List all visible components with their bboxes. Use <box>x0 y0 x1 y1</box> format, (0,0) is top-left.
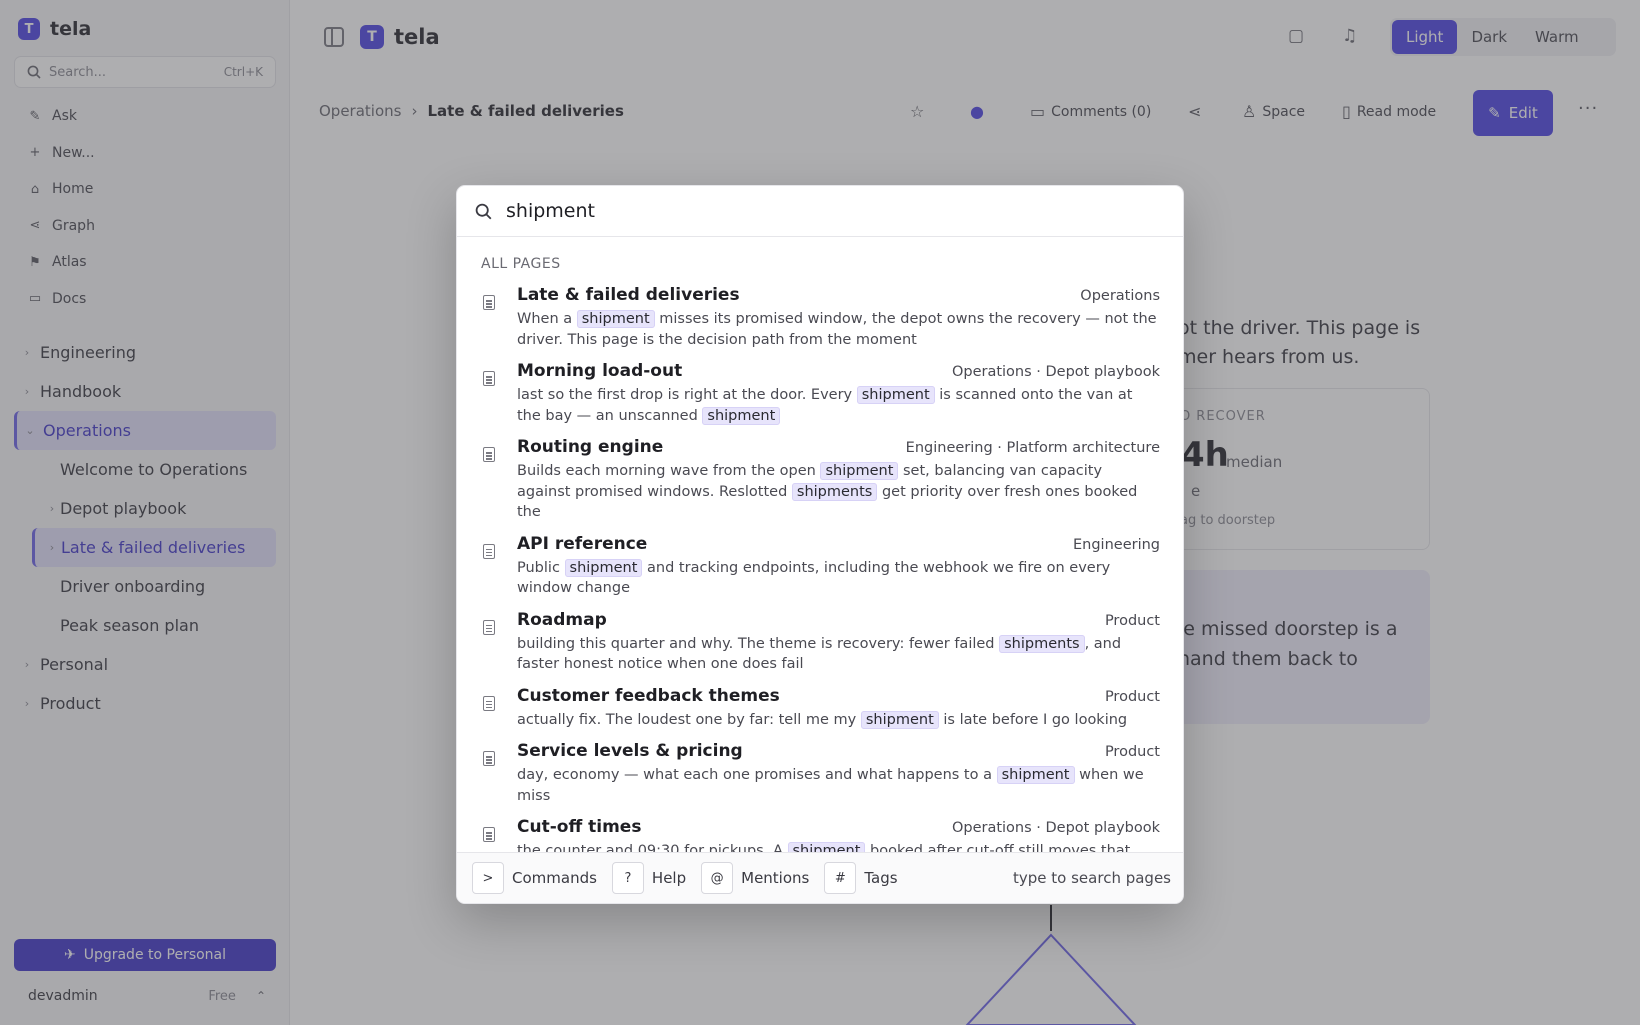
document-icon <box>483 827 495 842</box>
snippet-text: Builds each morning wave from the open <box>517 463 821 479</box>
snippet-text: actually fix. The loudest one by far: te… <box>517 711 861 728</box>
key-hint-label: Mentions <box>741 869 810 887</box>
search-icon <box>475 203 492 219</box>
match-highlight: shipments <box>999 634 1085 653</box>
search-result[interactable]: Customer feedback themes Product actually … <box>481 686 1160 731</box>
document-icon <box>483 695 495 711</box>
search-result[interactable]: Routing engine Engineering · Platform arc… <box>481 437 1160 523</box>
result-snippet: day, economy — what each one promises an… <box>517 765 1160 806</box>
document-icon <box>483 447 495 462</box>
document-icon <box>483 619 495 635</box>
document-icon <box>483 751 495 766</box>
result-header: Morning load-out Operations · Depot playb… <box>517 361 1160 385</box>
result-path: Product <box>1104 688 1160 705</box>
key-hint-label: Help <box>651 869 687 887</box>
match-highlight: shipment <box>820 462 899 480</box>
result-path: Engineering · Platform architecture <box>905 440 1160 456</box>
result-snippet: last so the first drop is right at the d… <box>517 385 1160 426</box>
result-header: Late & failed deliveries Operations <box>517 285 1160 309</box>
search-result[interactable]: Late & failed deliveries Operations When a… <box>481 285 1160 350</box>
document-icon <box>483 543 495 559</box>
document-icon <box>483 371 495 386</box>
snippet-text: is late before I go looking <box>938 711 1128 728</box>
result-title: Routing engine <box>517 437 664 457</box>
match-highlight: shipment <box>996 766 1075 784</box>
key-hint: # <box>824 862 857 894</box>
match-highlight: shipment <box>564 558 643 577</box>
result-header: Service levels & pricing Product <box>517 741 1160 765</box>
result-title: Roadmap <box>517 609 607 630</box>
search-result[interactable]: Morning load-out Operations · Depot playb… <box>481 361 1160 426</box>
result-header: Customer feedback themes Product <box>517 686 1160 710</box>
result-snippet: When a shipment misses its promised wind… <box>517 309 1160 350</box>
key-hint-label: Tags <box>864 869 898 887</box>
result-title: Late & failed deliveries <box>517 285 740 305</box>
palette-search-bar <box>457 186 1183 237</box>
snippet-text: day, economy — what each one promises an… <box>517 767 997 783</box>
result-header: Cut-off times Operations · Depot playbook <box>517 817 1160 841</box>
result-title: Service levels & pricing <box>517 741 743 761</box>
snippet-text: When a <box>517 311 577 327</box>
snippet-text: building this quarter and why. The theme… <box>517 635 1000 652</box>
result-path: Operations · Depot playbook <box>951 820 1160 836</box>
document-icon <box>483 295 495 310</box>
search-palette: ALL PAGES Late & failed deliveries Operat… <box>456 185 1184 904</box>
search-result[interactable]: Service levels & pricing Product day, econ… <box>481 741 1160 806</box>
palette-footer: > Commands? Help @ Mentions # Tags type to sear… <box>457 852 1183 903</box>
search-result[interactable]: Roadmap Product building this quarter and … <box>481 610 1160 675</box>
results-list: ALL PAGES Late & failed deliveries Operat… <box>457 237 1183 853</box>
match-highlight: shipments <box>791 482 878 501</box>
result-path: Product <box>1104 744 1160 760</box>
footer-hint: type to search pages <box>1013 869 1171 887</box>
key-hint: @ <box>701 862 734 894</box>
result-snippet: Public shipment and tracking endpoints, … <box>517 558 1160 599</box>
match-highlight: shipment <box>860 710 939 729</box>
result-title: API reference <box>517 533 648 554</box>
palette-search-input[interactable] <box>506 200 1106 222</box>
match-highlight: shipment <box>856 386 935 404</box>
result-header: Routing engine Engineering · Platform arc… <box>517 437 1160 461</box>
result-path: Engineering <box>1073 536 1160 553</box>
key-hint: > <box>472 862 504 894</box>
result-snippet: Builds each morning wave from the open s… <box>517 461 1160 523</box>
result-title: Cut-off times <box>517 817 642 837</box>
section-label: ALL PAGES <box>481 256 561 272</box>
search-result[interactable]: API reference Engineering Public shipment … <box>481 534 1160 599</box>
result-header: Roadmap Product <box>517 610 1160 634</box>
search-result[interactable]: Cut-off times Operations · Depot playbook… <box>481 817 1160 853</box>
result-path: Operations <box>1080 288 1160 304</box>
result-snippet: actually fix. The loudest one by far: te… <box>517 710 1160 731</box>
match-highlight: shipment <box>576 310 655 328</box>
key-hint-label: Commands <box>512 869 597 887</box>
result-title: Morning load-out <box>517 361 683 381</box>
match-highlight: shipment <box>702 406 781 425</box>
snippet-text: Public <box>517 559 565 576</box>
result-path: Product <box>1104 612 1160 629</box>
result-snippet: building this quarter and why. The theme… <box>517 634 1160 675</box>
snippet-text: last so the first drop is right at the d… <box>517 387 857 403</box>
result-title: Customer feedback themes <box>517 685 780 706</box>
key-hint: ? <box>611 862 644 894</box>
result-header: API reference Engineering <box>517 534 1160 558</box>
result-path: Operations · Depot playbook <box>951 364 1160 380</box>
